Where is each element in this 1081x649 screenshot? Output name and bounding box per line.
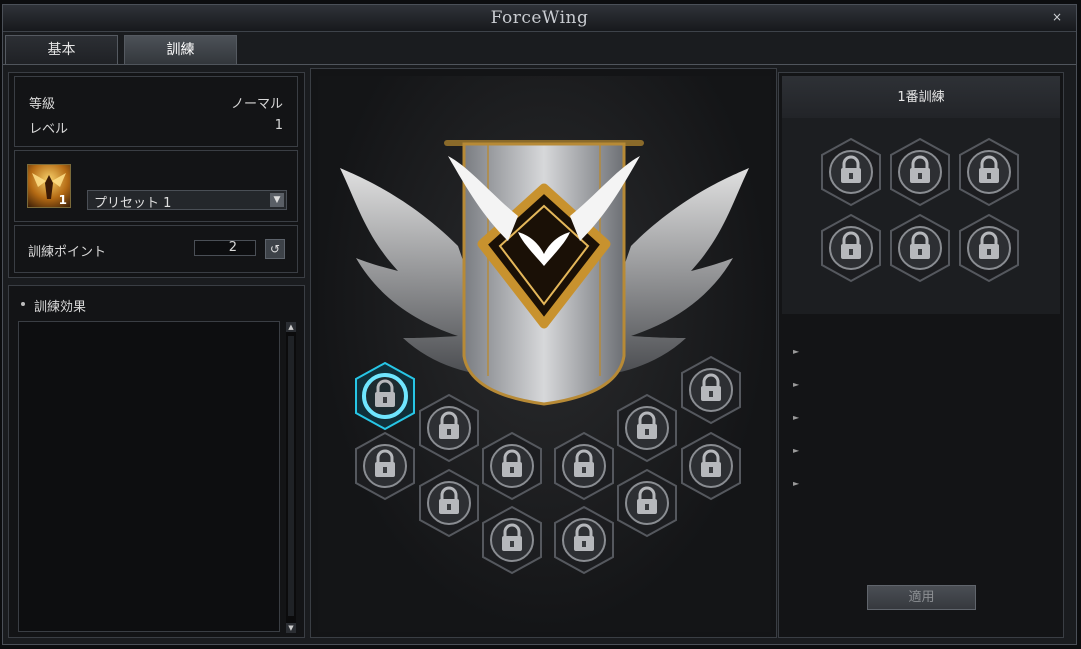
training-node[interactable] [481,431,543,502]
training-slots [782,118,1060,314]
effect-bullet-icon: ► [793,413,800,422]
training-title: 1番訓練 [782,76,1060,118]
lock-icon [418,393,480,463]
level-row: レベル 1 [29,118,283,137]
grade-label: 等級 [29,97,56,112]
effect-bullet-icon: ► [793,446,800,455]
bullet-icon [21,302,25,306]
training-node[interactable] [553,431,615,502]
preset-select-value: プリセット 1 [94,196,172,211]
lock-icon [958,213,1020,283]
close-button[interactable]: × [1052,10,1062,24]
lock-icon [616,468,678,538]
scroll-down-icon[interactable]: ▼ [286,623,296,633]
preset-badge-icon[interactable]: 1 [27,164,71,208]
training-node[interactable] [680,355,742,426]
grade-value: ノーマル [230,97,283,112]
effect-bullet-icon: ► [793,380,800,389]
training-node-selected[interactable] [354,361,416,432]
title-bar[interactable]: ForceWing × [3,5,1076,32]
lock-icon [418,468,480,538]
lock-icon [958,137,1020,207]
training-slot[interactable] [889,137,951,208]
training-node[interactable] [553,505,615,576]
effects-list [18,321,280,632]
tab-basic[interactable]: 基本 [5,35,118,64]
lock-icon [354,431,416,501]
preset-number: 1 [58,193,67,207]
training-node[interactable] [616,393,678,464]
center-canvas [318,76,771,632]
lock-icon [820,213,882,283]
lock-icon [820,137,882,207]
tab-divider [3,64,1076,65]
lock-icon [553,431,615,501]
info-panel: 等級 ノーマル レベル 1 [14,76,298,147]
effect-bullet-icon: ► [793,347,800,356]
reset-icon: ↺ [269,242,281,256]
node-grid [318,76,771,632]
training-slot[interactable] [820,213,882,284]
effects-scrollbar[interactable]: ▲ ▼ [286,322,296,633]
training-slot[interactable] [958,213,1020,284]
training-slot[interactable] [889,213,951,284]
reset-button[interactable]: ↺ [265,239,285,259]
lock-icon [355,361,415,431]
effects-title: 訓練効果 [34,300,87,315]
lock-icon [616,393,678,463]
apply-button[interactable]: 適用 [867,585,976,610]
training-node[interactable] [616,468,678,539]
training-node[interactable] [481,505,543,576]
training-node[interactable] [418,468,480,539]
training-node[interactable] [680,431,742,502]
effect-bullet-icon: ► [793,479,800,488]
scroll-up-icon[interactable]: ▲ [286,322,296,332]
lock-icon [889,213,951,283]
window-title: ForceWing [490,8,589,28]
training-slot[interactable] [820,137,882,208]
training-node[interactable] [418,393,480,464]
level-value: 1 [274,118,283,133]
lock-icon [481,505,543,575]
tab-training[interactable]: 訓練 [124,35,237,64]
points-value: 2 [194,240,256,256]
points-label: 訓練ポイント [28,245,107,260]
chevron-down-icon: ▼ [270,193,284,207]
training-node[interactable] [354,431,416,502]
lock-icon [481,431,543,501]
lock-icon [680,431,742,501]
lock-icon [553,505,615,575]
training-slot[interactable] [958,137,1020,208]
level-label: レベル [29,122,69,137]
lock-icon [680,355,742,425]
grade-row: 等級 ノーマル [29,93,283,112]
lock-icon [889,137,951,207]
scroll-thumb[interactable] [288,336,294,616]
preset-select[interactable]: プリセット 1 ▼ [87,190,287,211]
